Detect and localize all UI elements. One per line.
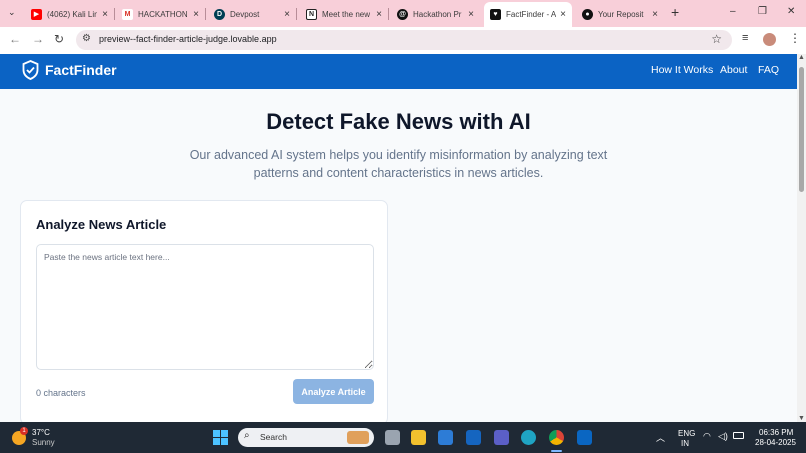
scrollbar-thumb[interactable]: [799, 67, 804, 192]
volume-icon[interactable]: ◁): [718, 431, 728, 442]
tab-title: FactFinder - A: [506, 10, 556, 19]
windows-start-icon[interactable]: [213, 430, 228, 445]
app-header: FactFinder How It Works About FAQ: [0, 54, 797, 89]
close-icon[interactable]: ×: [102, 9, 108, 20]
profile-avatar[interactable]: [763, 33, 776, 46]
address-bar[interactable]: ⚙ preview--fact-finder-article-judge.lov…: [76, 30, 732, 50]
scroll-up-arrow[interactable]: ▲: [798, 54, 805, 61]
close-icon[interactable]: ×: [193, 9, 199, 20]
close-icon[interactable]: ×: [652, 9, 658, 20]
page-title: Detect Fake News with AI: [266, 109, 531, 134]
reload-icon[interactable]: ↻: [54, 32, 64, 46]
media-controls-icon[interactable]: ≡: [742, 32, 748, 44]
github-icon: ●: [582, 8, 593, 20]
character-count: 0 characters: [36, 388, 86, 398]
linkedin-icon[interactable]: [577, 430, 592, 445]
tab-title: (4062) Kali Lin: [47, 9, 97, 19]
language-region[interactable]: IN: [681, 439, 689, 448]
main-content: Detect Fake News with AI Our advanced AI…: [0, 89, 797, 422]
active-app-indicator: [551, 450, 562, 452]
tab-title: Devpost: [230, 9, 260, 19]
tab-search-button[interactable]: ⌄: [8, 7, 16, 18]
page-subtitle: Our advanced AI system helps you identif…: [189, 148, 608, 180]
taskbar-search-label: Search: [260, 432, 287, 442]
tab-github[interactable]: ● Your Reposit ×: [576, 3, 664, 25]
devpost-icon: D: [214, 8, 225, 20]
wifi-icon[interactable]: ◠: [703, 431, 711, 442]
taskbar-search[interactable]: ⌕ Search: [238, 428, 374, 447]
tab-strip: ⌄ ▶ (4062) Kali Lin × M HACKATHON × D De…: [0, 0, 806, 27]
tab-factfinder[interactable]: ♥ FactFinder - A ×: [484, 2, 572, 27]
shield-icon: [22, 60, 39, 80]
weather-description[interactable]: Sunny: [32, 438, 55, 447]
scroll-down-arrow[interactable]: ▼: [798, 415, 805, 422]
new-tab-button[interactable]: +: [671, 4, 679, 20]
tab-threads[interactable]: @ Hackathon Pr ×: [392, 3, 480, 25]
browser-toolbar: ← → ↻ ⚙ preview--fact-finder-article-jud…: [0, 27, 806, 53]
close-window-button[interactable]: ✕: [787, 6, 795, 17]
close-icon[interactable]: ×: [284, 9, 290, 20]
teams-icon[interactable]: [494, 430, 509, 445]
tab-title: Hackathon Pr: [413, 9, 462, 19]
file-explorer-icon[interactable]: [411, 430, 426, 445]
gmail-icon: M: [122, 8, 133, 20]
analyze-article-button[interactable]: Analyze Article: [293, 379, 374, 404]
tab-title: HACKATHON: [138, 9, 188, 19]
weather-temperature[interactable]: 37°C: [32, 428, 50, 437]
tab-devpost[interactable]: D Devpost ×: [208, 3, 297, 25]
analyze-card: Analyze News Article 0 characters Analyz…: [20, 200, 388, 422]
threads-icon: @: [397, 8, 408, 20]
forward-icon[interactable]: →: [32, 32, 44, 46]
youtube-icon: ▶: [31, 8, 42, 20]
clock-time[interactable]: 06:36 PM: [759, 428, 793, 437]
microsoft-store-icon[interactable]: [438, 430, 453, 445]
weather-badge: 1: [20, 427, 28, 435]
brand-logo-text[interactable]: FactFinder: [45, 62, 117, 78]
tab-notion[interactable]: N Meet the new ×: [300, 3, 389, 25]
language-code[interactable]: ENG: [678, 429, 695, 438]
task-view-icon[interactable]: [385, 430, 400, 445]
close-icon[interactable]: ×: [468, 9, 474, 20]
close-icon[interactable]: ×: [376, 9, 382, 20]
battery-icon[interactable]: [733, 432, 744, 439]
chrome-icon[interactable]: [549, 430, 564, 445]
close-icon[interactable]: ×: [560, 9, 566, 20]
notion-icon: N: [306, 8, 317, 20]
back-icon[interactable]: ←: [9, 32, 21, 46]
chevron-up-icon[interactable]: ︿: [656, 431, 665, 444]
clock-date[interactable]: 28-04-2025: [755, 438, 796, 447]
nav-about[interactable]: About: [720, 64, 747, 76]
url-text[interactable]: preview--fact-finder-article-judge.lovab…: [99, 34, 277, 44]
article-text-input[interactable]: [36, 244, 374, 370]
minimize-button[interactable]: –: [730, 6, 736, 17]
page-scrollbar[interactable]: ▲ ▼: [797, 54, 806, 422]
outlook-icon[interactable]: [466, 430, 481, 445]
tab-gmail[interactable]: M HACKATHON ×: [117, 3, 206, 25]
bookmark-star-icon[interactable]: ☆: [711, 32, 722, 46]
edge-icon[interactable]: [521, 430, 536, 445]
site-info-icon[interactable]: ⚙: [82, 33, 91, 44]
maximize-button[interactable]: ❐: [758, 6, 767, 17]
nav-how-it-works[interactable]: How It Works: [651, 64, 713, 76]
nav-faq[interactable]: FAQ: [758, 64, 779, 76]
lovable-icon: ♥: [490, 9, 501, 20]
tab-youtube[interactable]: ▶ (4062) Kali Lin ×: [26, 3, 115, 25]
tab-title: Your Reposit: [598, 9, 644, 19]
search-highlight-icon: [347, 431, 369, 444]
windows-taskbar: 1 37°C Sunny ⌕ Search ︿ ENG IN ◠ ◁) 06:3…: [0, 422, 806, 453]
card-title: Analyze News Article: [36, 217, 167, 232]
menu-kebab-icon[interactable]: ⋮: [789, 31, 801, 45]
search-icon: ⌕: [244, 430, 250, 441]
tab-title: Meet the new: [322, 9, 371, 19]
